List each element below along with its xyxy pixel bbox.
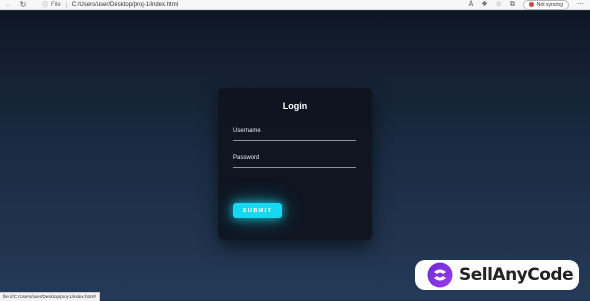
star-icon[interactable]: ☆ — [496, 0, 502, 10]
address-separator — [65, 1, 67, 8]
login-card: Login Username Password SUBMIT — [218, 88, 372, 240]
arrow-left-icon: ← — [5, 0, 13, 9]
sync-label: Not syncing — [536, 1, 563, 8]
avatar — [528, 2, 534, 7]
sellanycode-logo-icon — [427, 262, 453, 288]
browser-toolbar: ← ↻ ⓘ File C:/Users/user/Desktop/proj-1/… — [0, 0, 590, 10]
info-icon: ⓘ — [42, 3, 49, 9]
read-aloud-icon[interactable]: Â — [469, 0, 474, 10]
back-button[interactable]: ← — [4, 0, 14, 10]
password-underline — [233, 167, 356, 168]
toolbar-actions: Â ❖ ☆ ⧉ Not syncing ⋯ — [461, 0, 590, 10]
extensions-icon[interactable]: ❖ — [481, 0, 487, 10]
brand-name: SellAnyCode — [459, 265, 574, 285]
refresh-icon: ↻ — [19, 0, 27, 9]
password-field[interactable]: Password — [233, 155, 356, 168]
collections-icon[interactable]: ⧉ — [510, 0, 515, 10]
file-label: File — [51, 1, 61, 8]
username-label: Username — [233, 128, 261, 134]
sellanycode-watermark: SellAnyCode — [415, 260, 579, 290]
site-info-button[interactable]: ⓘ File — [42, 0, 61, 10]
page-background: Login Username Password SUBMIT — [0, 11, 590, 300]
submit-button[interactable]: SUBMIT — [233, 203, 282, 218]
username-field[interactable]: Username — [233, 128, 356, 141]
username-underline — [233, 140, 356, 141]
refresh-button[interactable]: ↻ — [18, 0, 28, 10]
more-icon[interactable]: ⋯ — [577, 0, 584, 10]
login-title: Login — [282, 101, 308, 111]
address-bar[interactable]: C:/Users/user/Desktop/proj-1/index.html — [72, 2, 178, 8]
profile-sync-button[interactable]: Not syncing — [522, 0, 569, 10]
password-label: Password — [233, 155, 260, 161]
